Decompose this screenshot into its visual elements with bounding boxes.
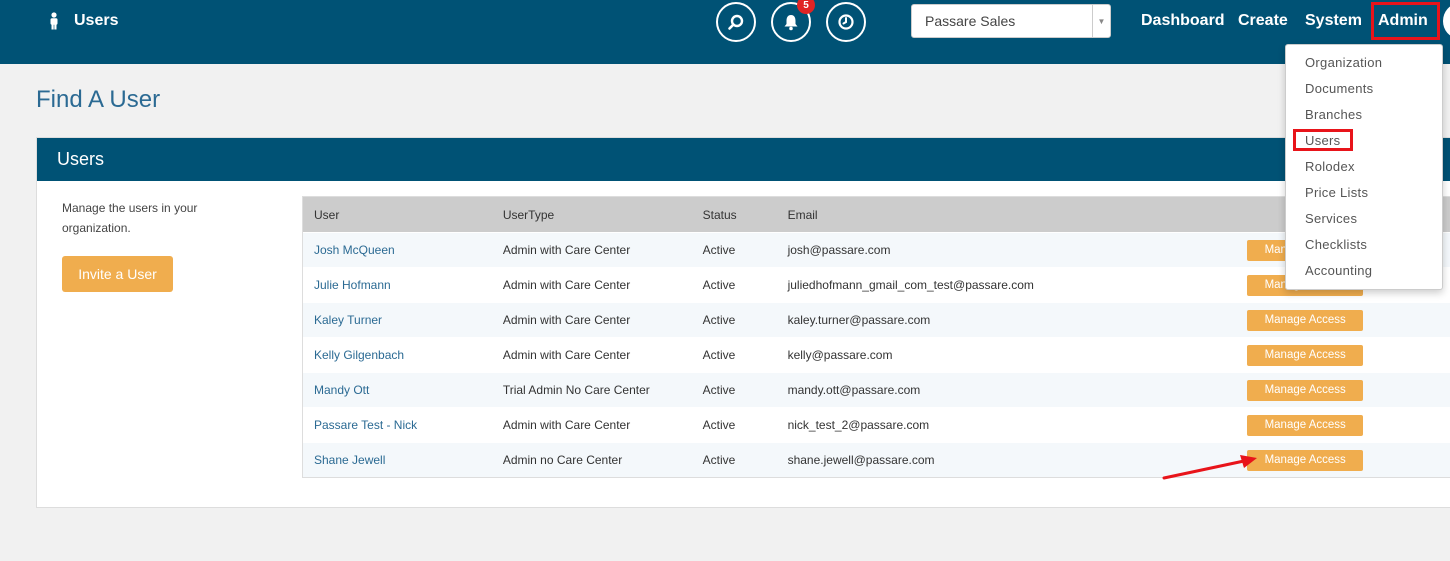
status-cell: Active — [702, 313, 736, 327]
annotation-arrow — [1162, 455, 1257, 480]
status-cell: Active — [702, 243, 736, 257]
admin-menu-item-price-lists[interactable]: Price Lists — [1286, 179, 1442, 205]
admin-highlight-box — [1371, 2, 1440, 40]
clock-icon — [838, 14, 854, 30]
header-usertype[interactable]: UserType — [503, 208, 703, 222]
email-cell: mandy.ott@passare.com — [787, 383, 921, 397]
manage-access-button[interactable]: Manage Access — [1247, 414, 1364, 436]
admin-menu-item-organization[interactable]: Organization — [1286, 49, 1442, 75]
user-type-cell: Admin with Care Center — [502, 418, 631, 432]
user-type-cell: Admin no Care Center — [502, 453, 623, 467]
table-header: User UserType Status Email — [303, 197, 1450, 232]
email-cell: josh@passare.com — [787, 243, 891, 257]
manage-access-button[interactable]: Manage Access — [1247, 344, 1364, 366]
admin-menu-item-accounting[interactable]: Accounting — [1286, 257, 1442, 283]
header-email[interactable]: Email — [788, 208, 1248, 222]
user-type-cell: Admin with Care Center — [502, 348, 631, 362]
panel-header: Users — [37, 138, 1450, 181]
status-cell: Active — [702, 348, 736, 362]
table-row: Shane Jewell Admin no Care Center Active sh… — [303, 442, 1450, 477]
invite-user-button[interactable]: Invite a User — [62, 256, 173, 292]
table-row: Kaley Turner Admin with Care Center Active… — [303, 302, 1450, 337]
organization-select-value: Passare Sales — [925, 13, 1016, 29]
user-name-link[interactable]: Shane Jewell — [314, 453, 385, 467]
section-title-label: Users — [74, 12, 119, 29]
user-type-cell: Admin with Care Center — [502, 313, 631, 327]
nav-create[interactable]: Create — [1238, 12, 1288, 30]
organization-select[interactable]: Passare Sales ▼ — [911, 4, 1111, 38]
status-cell: Active — [702, 418, 736, 432]
table-body: Josh McQueen Admin with Care Center Active… — [303, 232, 1450, 477]
manage-access-button[interactable]: Manage Access — [1247, 449, 1364, 471]
table-row: Passare Test - Nick Admin with Care Cente… — [303, 407, 1450, 442]
notifications-button[interactable]: 5 — [771, 0, 815, 42]
caret-down-icon: ▼ — [1092, 5, 1110, 37]
header-status[interactable]: Status — [703, 208, 788, 222]
section-title: Users — [48, 12, 118, 30]
user-name-link[interactable]: Passare Test - Nick — [314, 418, 417, 432]
user-type-cell: Admin with Care Center — [502, 243, 631, 257]
admin-menu-item-rolodex[interactable]: Rolodex — [1286, 153, 1442, 179]
user-name-link[interactable]: Josh McQueen — [314, 243, 395, 257]
email-cell: kaley.turner@passare.com — [787, 313, 931, 327]
notification-count-badge: 5 — [797, 0, 815, 14]
users-highlight-box — [1293, 129, 1353, 151]
admin-dropdown-menu: Organization Documents Branches Users Rolode… — [1285, 44, 1443, 290]
table-row: Kelly Gilgenbach Admin with Care Center Ac… — [303, 337, 1450, 372]
manage-access-button[interactable]: Manage Access — [1247, 309, 1364, 331]
email-cell: juliedhofmann_gmail_com_test@passare.com — [787, 278, 1034, 292]
user-name-link[interactable]: Kelly Gilgenbach — [314, 348, 404, 362]
avatar[interactable] — [1443, 4, 1450, 38]
bell-icon — [784, 15, 798, 31]
status-cell: Active — [702, 453, 736, 467]
table-row: Josh McQueen Admin with Care Center Active… — [303, 232, 1450, 267]
top-navbar: Users 5 Passare Sales ▼ Dashboard Create… — [0, 0, 1450, 64]
email-cell: kelly@passare.com — [787, 348, 893, 362]
table-row: Mandy Ott Trial Admin No Care Center Activ… — [303, 372, 1450, 407]
admin-menu-item-services[interactable]: Services — [1286, 205, 1442, 231]
admin-menu-item-checklists[interactable]: Checklists — [1286, 231, 1442, 257]
nav-dashboard[interactable]: Dashboard — [1141, 12, 1225, 30]
user-type-cell: Admin with Care Center — [502, 278, 631, 292]
panel-description: Manage the users in your organization. — [62, 201, 198, 235]
page-title: Find A User — [36, 86, 161, 113]
users-table: User UserType Status Email Josh McQueen A… — [302, 196, 1450, 478]
user-type-cell: Trial Admin No Care Center — [502, 383, 650, 397]
search-icon — [728, 14, 744, 30]
status-cell: Active — [702, 278, 736, 292]
admin-menu-item-branches[interactable]: Branches — [1286, 101, 1442, 127]
header-user[interactable]: User — [303, 208, 503, 222]
user-name-link[interactable]: Mandy Ott — [314, 383, 369, 397]
user-name-link[interactable]: Julie Hofmann — [314, 278, 391, 292]
search-button[interactable] — [716, 2, 756, 42]
admin-menu-item-documents[interactable]: Documents — [1286, 75, 1442, 101]
nav-system[interactable]: System — [1305, 12, 1362, 30]
email-cell: nick_test_2@passare.com — [787, 418, 930, 432]
user-name-link[interactable]: Kaley Turner — [314, 313, 382, 327]
status-cell: Active — [702, 383, 736, 397]
history-button[interactable] — [826, 2, 866, 42]
manage-access-button[interactable]: Manage Access — [1247, 379, 1364, 401]
table-row: Julie Hofmann Admin with Care Center Activ… — [303, 267, 1450, 302]
person-icon — [50, 12, 58, 30]
